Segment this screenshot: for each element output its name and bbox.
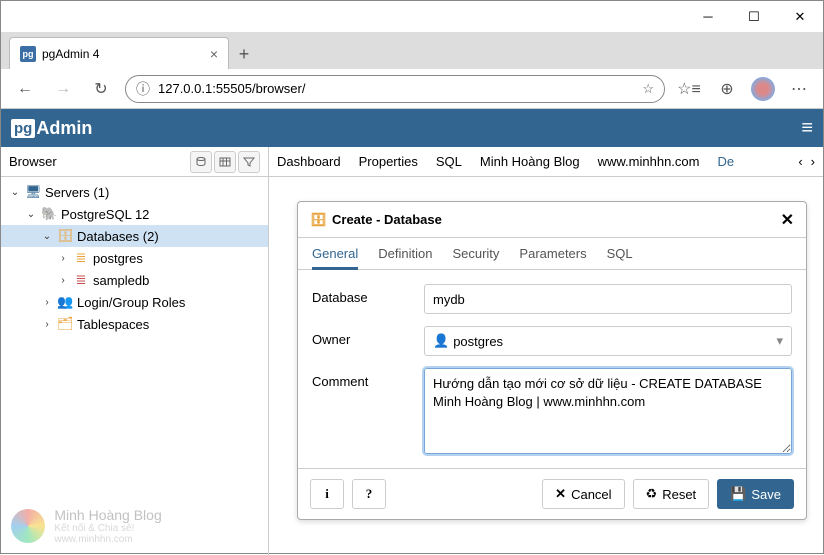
server-icon: 🖥 [25,184,41,200]
database-name-input[interactable] [424,284,792,314]
dialog-close-button[interactable]: ✕ [781,210,794,230]
dialog-tabs: General Definition Security Parameters S… [298,238,806,270]
forward-button[interactable]: → [49,75,77,103]
browser-tabbar: pg pgAdmin 4 × + [1,33,823,69]
browser-tab-pgadmin[interactable]: pg pgAdmin 4 × [9,37,229,69]
caret-right-icon[interactable]: › [57,253,69,264]
tabs-scroll-left[interactable]: ‹ [798,154,802,169]
pgadmin-logo[interactable]: pgAdmin [11,118,92,139]
save-icon: 💾 [730,486,746,502]
pgadmin-favicon: pg [20,46,36,62]
database-icon: 🗄 [310,212,326,228]
sidebar-header: Browser [1,147,268,177]
elephant-icon: 🐘 [41,206,57,222]
tool-filter[interactable] [238,151,260,173]
cancel-button[interactable]: ✕Cancel [542,479,624,509]
reload-button[interactable]: ↻ [87,75,115,103]
database-group-icon: 🗄 [57,228,73,244]
help-button[interactable]: ? [352,479,386,509]
dlg-tab-definition[interactable]: Definition [378,246,432,269]
content-panel: Dashboard Properties SQL Minh Hoàng Blog… [269,147,823,555]
object-tree: ⌄ 🖥 Servers (1) ⌄ 🐘 PostgreSQL 12 ⌄ 🗄 Da… [1,177,268,555]
close-icon[interactable]: × [210,46,218,62]
tree-db-sampledb[interactable]: › ≣ sampledb [1,269,268,291]
tree-tablespaces[interactable]: › 🗂 Tablespaces [1,313,268,335]
window-titlebar: ─ ☐ ✕ [1,1,823,33]
recycle-icon: ♻ [646,486,658,502]
hamburger-icon[interactable]: ≡ [801,117,813,140]
tab-title: pgAdmin 4 [42,47,99,61]
window-minimize[interactable]: ─ [685,1,731,33]
content-tabstrip: Dashboard Properties SQL Minh Hoàng Blog… [269,147,823,177]
tree-db-postgres[interactable]: › ≣ postgres [1,247,268,269]
url-text: 127.0.0.1:55505/browser/ [158,81,305,96]
tab-truncated[interactable]: De [717,154,734,169]
profile-avatar[interactable] [751,77,775,101]
comment-textarea[interactable] [424,368,792,454]
site-info-icon[interactable]: ⓘ [136,79,150,99]
caret-right-icon[interactable]: › [41,297,53,308]
label-database: Database [312,284,412,305]
tablespace-icon: 🗂 [57,316,73,332]
tree-databases[interactable]: ⌄ 🗄 Databases (2) [1,225,268,247]
tree-roles[interactable]: › 👥 Login/Group Roles [1,291,268,313]
roles-icon: 👥 [57,294,73,310]
label-owner: Owner [312,326,412,347]
dlg-tab-security[interactable]: Security [452,246,499,269]
database-icon: ≣ [73,250,89,266]
tool-view-data[interactable] [214,151,236,173]
back-button[interactable]: ← [11,75,39,103]
tab-minhhn[interactable]: www.minhhn.com [598,154,700,169]
favorites-icon[interactable]: ☆≡ [675,75,703,103]
dialog-titlebar: 🗄 Create - Database ✕ [298,202,806,238]
save-button[interactable]: 💾Save [717,479,794,509]
dlg-tab-sql[interactable]: SQL [607,246,633,269]
tab-blog[interactable]: Minh Hoàng Blog [480,154,580,169]
user-icon: 👤 [433,333,449,349]
window-maximize[interactable]: ☐ [731,1,777,33]
info-button[interactable]: i [310,479,344,509]
tree-postgresql12[interactable]: ⌄ 🐘 PostgreSQL 12 [1,203,268,225]
caret-down-icon[interactable]: ⌄ [25,209,37,220]
reset-button[interactable]: ♻Reset [633,479,710,509]
new-tab-button[interactable]: + [229,39,259,69]
tool-query[interactable] [190,151,212,173]
bookmark-icon[interactable]: ☆ [642,81,654,97]
caret-down-icon[interactable]: ⌄ [41,231,53,242]
caret-right-icon[interactable]: › [57,275,69,286]
watermark-logo [11,509,45,543]
main-area: Browser ⌄ 🖥 Servers (1) ⌄ 🐘 PostgreSQL 1… [1,147,823,555]
tree-servers[interactable]: ⌄ 🖥 Servers (1) [1,181,268,203]
browser-addressbar: ← → ↻ ⓘ 127.0.0.1:55505/browser/ ☆ ☆≡ ⊕ … [1,69,823,109]
tab-properties[interactable]: Properties [359,154,418,169]
browser-sidebar: Browser ⌄ 🖥 Servers (1) ⌄ 🐘 PostgreSQL 1… [1,147,269,555]
watermark: Minh Hoàng Blog Kết nối & Chia sẻ! www.m… [11,507,162,545]
pgadmin-topbar: pgAdmin ≡ [1,109,823,147]
create-database-dialog: 🗄 Create - Database ✕ General Definition… [297,201,807,520]
dlg-tab-general[interactable]: General [312,246,358,270]
close-icon: ✕ [555,486,566,502]
database-icon: ≣ [73,272,89,288]
sidebar-title: Browser [9,154,57,169]
owner-value: postgres [453,334,503,349]
tabs-scroll-right[interactable]: › [811,154,815,169]
address-field[interactable]: ⓘ 127.0.0.1:55505/browser/ ☆ [125,75,665,103]
caret-down-icon[interactable]: ⌄ [9,187,21,198]
dialog-footer: i ? ✕Cancel ♻Reset 💾Save [298,468,806,519]
browser-menu-icon[interactable]: ⋯ [785,75,813,103]
tab-sql[interactable]: SQL [436,154,462,169]
tab-dashboard[interactable]: Dashboard [277,154,341,169]
dlg-tab-parameters[interactable]: Parameters [519,246,586,269]
window-close[interactable]: ✕ [777,1,823,33]
dialog-title: Create - Database [332,212,442,227]
owner-select[interactable]: 👤 postgres [424,326,792,356]
collections-icon[interactable]: ⊕ [713,75,741,103]
caret-right-icon[interactable]: › [41,319,53,330]
label-comment: Comment [312,368,412,389]
